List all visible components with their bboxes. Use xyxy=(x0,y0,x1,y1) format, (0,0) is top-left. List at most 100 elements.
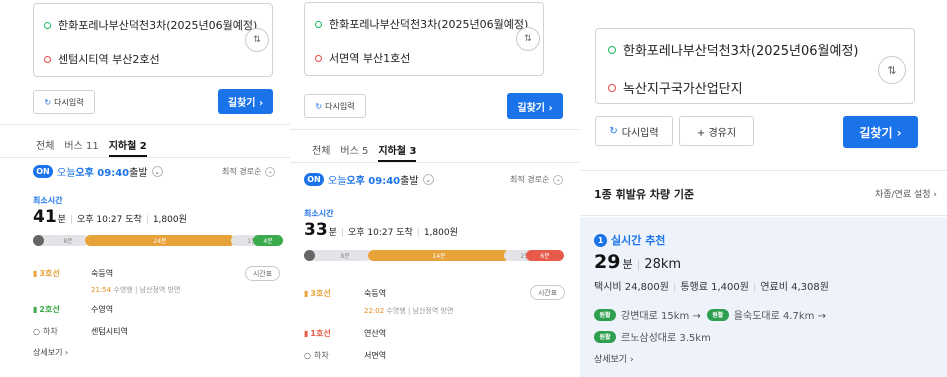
tab-all[interactable]: 전체 xyxy=(312,142,330,162)
line2-segment: 4분 xyxy=(253,235,283,246)
destination-field[interactable]: 센텀시티역 부산2호선 xyxy=(44,51,160,67)
road-route-line2: 원활 르노삼성대로 3.5km xyxy=(594,329,711,344)
swap-icon[interactable]: ⇅ xyxy=(516,27,540,51)
details-link[interactable]: 상세보기 › xyxy=(33,347,68,358)
line3-segment: 14분 xyxy=(368,250,510,261)
tab-bus[interactable]: 버스 5 xyxy=(340,142,368,162)
min-time-label: 최소시간 xyxy=(304,209,334,218)
station-name: 숙등역 xyxy=(364,289,387,298)
add-waypoint-button[interactable]: + 경유지 xyxy=(679,116,754,146)
transfer-stop: ▮ 1호선 연산역 xyxy=(304,328,386,339)
route-input-box: 한화포레나부산덕천3차(2025년06월예정) 녹산지구국가산업단지 ⇅ xyxy=(595,28,915,104)
route-progress-bar: 8분 14분 2분 6분 xyxy=(304,250,564,261)
arrival-time: 오후 10:27 도착 xyxy=(348,228,413,238)
route-input-box: 한화포레나부산덕천3차(2025년06월예정) 서면역 부산1호선 ⇅ xyxy=(304,2,544,76)
transit-tabs: 전체 버스 5 지하철 3 xyxy=(312,142,426,162)
line1-label: ▮ 1호선 xyxy=(304,329,331,338)
search-button[interactable]: 길찾기 › xyxy=(507,93,563,119)
route-panel-1: 한화포레나부산덕천3차(2025년06월예정) 센텀시티역 부산2호선 ⇅ ↻ … xyxy=(0,0,290,377)
boarding-stop: ▮ 3호선 숙등역 xyxy=(304,288,386,299)
train-icon: ▮ xyxy=(33,269,38,278)
reset-button[interactable]: ↻ 다시입력 xyxy=(595,116,673,146)
origin-field[interactable]: 한화포레나부산덕천3차(2025년06월예정) xyxy=(608,40,858,59)
circle-icon: ○ xyxy=(33,327,40,336)
destination-field[interactable]: 녹산지구국가산업단지 xyxy=(608,78,743,97)
search-button[interactable]: 길찾기 › xyxy=(218,89,273,114)
station-name: 연산역 xyxy=(364,329,387,338)
route-progress-bar: 8분 24분 1분 4분 xyxy=(33,235,283,246)
refresh-icon: ↻ xyxy=(315,101,323,111)
road-route-line1: 원활 강변대로 15km → 원활 을숙도대로 4.7km → xyxy=(594,307,826,322)
refresh-icon: ↻ xyxy=(609,125,618,137)
distance-value: 28km xyxy=(644,257,682,272)
destination-dot-icon xyxy=(608,83,616,92)
line1-segment: 6분 xyxy=(526,250,564,261)
sort-selector[interactable]: 최적 경로순 ⌄ xyxy=(510,174,564,185)
realtime-recommend: 1 실시간 추천 xyxy=(594,232,665,248)
departure-note: 22:02 수영행 | 남산정역 방면 xyxy=(364,307,454,315)
duration-value: 33 xyxy=(304,220,328,240)
departure-note: 21:54 수영행 | 남산정역 방면 xyxy=(91,286,181,294)
destination-dot-icon xyxy=(44,55,51,63)
on-badge[interactable]: ON xyxy=(304,173,324,186)
vehicle-type: 1종 휘발유 차량 기준 xyxy=(594,188,695,201)
transfer-stop: ▮ 2호선 수영역 xyxy=(33,304,113,315)
station-name: 센텀시티역 xyxy=(91,327,128,336)
origin-field[interactable]: 한화포레나부산덕천3차(2025년06월예정) xyxy=(315,16,528,32)
timetable-button[interactable]: 시간표 xyxy=(530,285,565,300)
origin-dot-icon xyxy=(608,45,616,54)
details-link[interactable]: 상세보기 › xyxy=(594,352,634,365)
station-name: 숙등역 xyxy=(91,269,114,278)
swap-icon[interactable]: ⇅ xyxy=(245,28,269,52)
route-summary: 29 분 | 28km xyxy=(594,251,682,273)
cost-summary: 택시비 24,800원 | 통행료 1,400원 | 연료비 4,308원 xyxy=(594,282,829,293)
boarding-stop: ▮ 3호선 숙등역 xyxy=(33,268,113,279)
tab-bus[interactable]: 버스 11 xyxy=(64,137,98,157)
train-icon: ▮ xyxy=(304,329,309,338)
car-route-panel: 한화포레나부산덕천3차(2025년06월예정) 녹산지구국가산업단지 ⇅ ↻ 다… xyxy=(580,0,947,377)
divider xyxy=(290,129,580,130)
train-icon: ▮ xyxy=(304,289,309,298)
reset-button[interactable]: ↻ 다시입력 xyxy=(33,90,95,114)
line3-label: ▮ 3호선 xyxy=(304,289,331,298)
divider xyxy=(0,124,290,125)
divider xyxy=(0,157,290,158)
vehicle-settings-bar: 1종 휘발유 차량 기준 차종/연료 설정 › xyxy=(580,170,947,216)
timetable-button[interactable]: 시간표 xyxy=(245,266,280,281)
line3-segment: 24분 xyxy=(85,235,235,246)
fare: 1,800원 xyxy=(423,228,458,238)
origin-field[interactable]: 한화포레나부산덕천3차(2025년06월예정) xyxy=(44,17,257,33)
duration-value: 41 xyxy=(33,207,57,227)
chevron-down-icon: ⌄ xyxy=(422,174,434,185)
reset-button[interactable]: ↻ 다시입력 xyxy=(304,94,366,118)
arrival-time: 오후 10:27 도착 xyxy=(77,215,142,225)
tab-subway[interactable]: 지하철 2 xyxy=(108,137,147,157)
origin-dot-icon xyxy=(315,20,322,28)
tab-subway[interactable]: 지하철 3 xyxy=(378,142,417,162)
station-name: 서면역 xyxy=(364,351,387,360)
chevron-down-icon: ⌄ xyxy=(265,166,276,177)
toll-fee: 통행료 1,400원 xyxy=(680,282,749,293)
sort-selector[interactable]: 최적 경로순 ⌄ xyxy=(222,166,276,177)
duration-value: 29 xyxy=(594,251,621,273)
vehicle-settings-link[interactable]: 차종/연료 설정 › xyxy=(875,187,937,200)
destination-field[interactable]: 서면역 부산1호선 xyxy=(315,50,410,66)
search-button[interactable]: 길찾기 › xyxy=(843,116,918,148)
fare: 1,800원 xyxy=(152,215,187,225)
route-summary: 33 분 | 오후 10:27 도착 | 1,800원 xyxy=(304,220,458,240)
chevron-down-icon: ⌄ xyxy=(151,166,163,177)
route-input-box: 한화포레나부산덕천3차(2025년06월예정) 센텀시티역 부산2호선 ⇅ xyxy=(33,3,273,77)
walk-segment: 8분 xyxy=(33,235,89,246)
on-badge[interactable]: ON xyxy=(33,165,53,178)
route-card[interactable]: 1 실시간 추천 29 분 | 28km 택시비 24,800원 | 통행료 1,4… xyxy=(580,217,947,377)
tab-all[interactable]: 전체 xyxy=(36,137,54,157)
refresh-icon: ↻ xyxy=(44,97,52,107)
departure-time-selector[interactable]: ON 오늘 오후 09:40 출발 ⌄ xyxy=(304,172,434,187)
route-panel-2: 한화포레나부산덕천3차(2025년06월예정) 서면역 부산1호선 ⇅ ↻ 다시… xyxy=(290,0,580,377)
alight-stop: ○ 하차 서면역 xyxy=(304,351,387,360)
departure-time-selector[interactable]: ON 오늘 오후 09:40 출발 ⌄ xyxy=(33,164,163,179)
taxi-fare: 택시비 24,800원 xyxy=(594,282,669,293)
swap-icon[interactable]: ⇅ xyxy=(878,56,906,84)
line3-label: ▮ 3호선 xyxy=(33,269,60,278)
transit-tabs: 전체 버스 11 지하철 2 xyxy=(36,137,157,157)
